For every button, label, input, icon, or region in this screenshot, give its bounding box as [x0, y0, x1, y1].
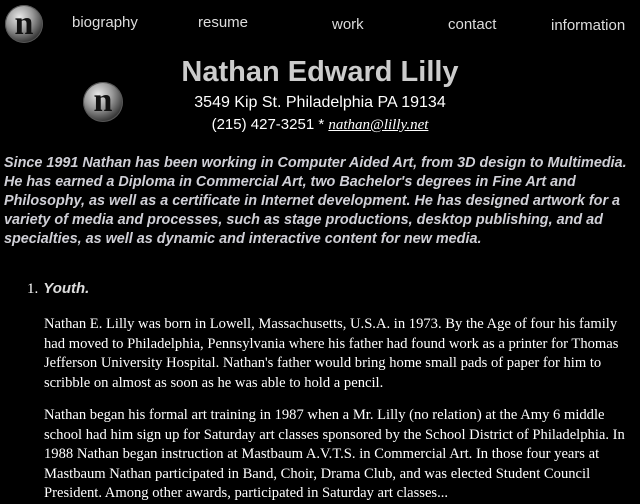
- section-number: 1.: [27, 281, 39, 297]
- body-paragraph: Nathan E. Lilly was born in Lowell, Mass…: [44, 316, 619, 391]
- contact-line: (215) 427-3251 * nathan@lilly.net: [0, 116, 640, 134]
- body-paragraph: Nathan began his formal art training in …: [44, 407, 625, 501]
- nav-resume-link[interactable]: resume: [198, 14, 248, 31]
- email-link[interactable]: nathan@lilly.net: [328, 117, 428, 133]
- nav-contact-link[interactable]: contact: [448, 16, 496, 33]
- intro-paragraph: Since 1991 Nathan has been working in Co…: [4, 155, 627, 247]
- section-heading: 1. Youth.: [27, 280, 89, 298]
- phone-text: (215) 427-3251 *: [211, 116, 325, 133]
- nav-work-link[interactable]: work: [332, 16, 364, 33]
- nav-information-link[interactable]: information: [551, 17, 625, 34]
- address-text: 3549 Kip St. Philadelphia PA 19134: [194, 94, 446, 111]
- page-title: Nathan Edward Lilly: [181, 56, 459, 88]
- section-title: Youth.: [43, 280, 90, 297]
- top-navigation: biography resume work contact informatio…: [0, 0, 640, 40]
- nav-biography-link[interactable]: biography: [72, 14, 138, 31]
